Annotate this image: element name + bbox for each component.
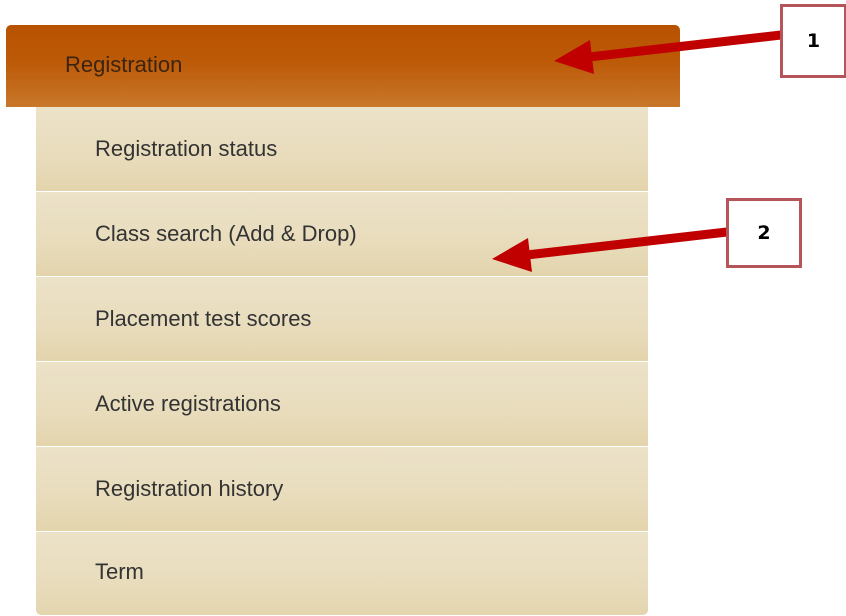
menu-item-label: Placement test scores (95, 306, 312, 331)
menu-item-placement-test-scores[interactable]: Placement test scores (36, 277, 648, 361)
registration-menu-header[interactable]: Registration (6, 25, 680, 107)
menu-item-label: Class search (Add & Drop) (95, 221, 357, 246)
callout-number-1: 1 (806, 30, 821, 52)
menu-item-term[interactable]: Term (36, 532, 648, 615)
menu-item-class-search[interactable]: Class search (Add & Drop) (36, 192, 648, 276)
menu-item-label: Term (95, 559, 144, 584)
callout-box-1: 1 (780, 4, 846, 78)
menu-item-label: Registration history (95, 476, 284, 501)
callout-box-2: 2 (726, 198, 802, 268)
menu-item-label: Active registrations (95, 391, 281, 416)
menu-item-active-registrations[interactable]: Active registrations (36, 362, 648, 446)
registration-submenu: Registration status Class search (Add & … (36, 107, 648, 615)
menu-item-registration-history[interactable]: Registration history (36, 447, 648, 531)
registration-menu-header-label: Registration (65, 52, 183, 77)
menu-item-label: Registration status (95, 136, 278, 161)
callout-number-2: 2 (757, 222, 771, 244)
menu-item-registration-status[interactable]: Registration status (36, 107, 648, 191)
